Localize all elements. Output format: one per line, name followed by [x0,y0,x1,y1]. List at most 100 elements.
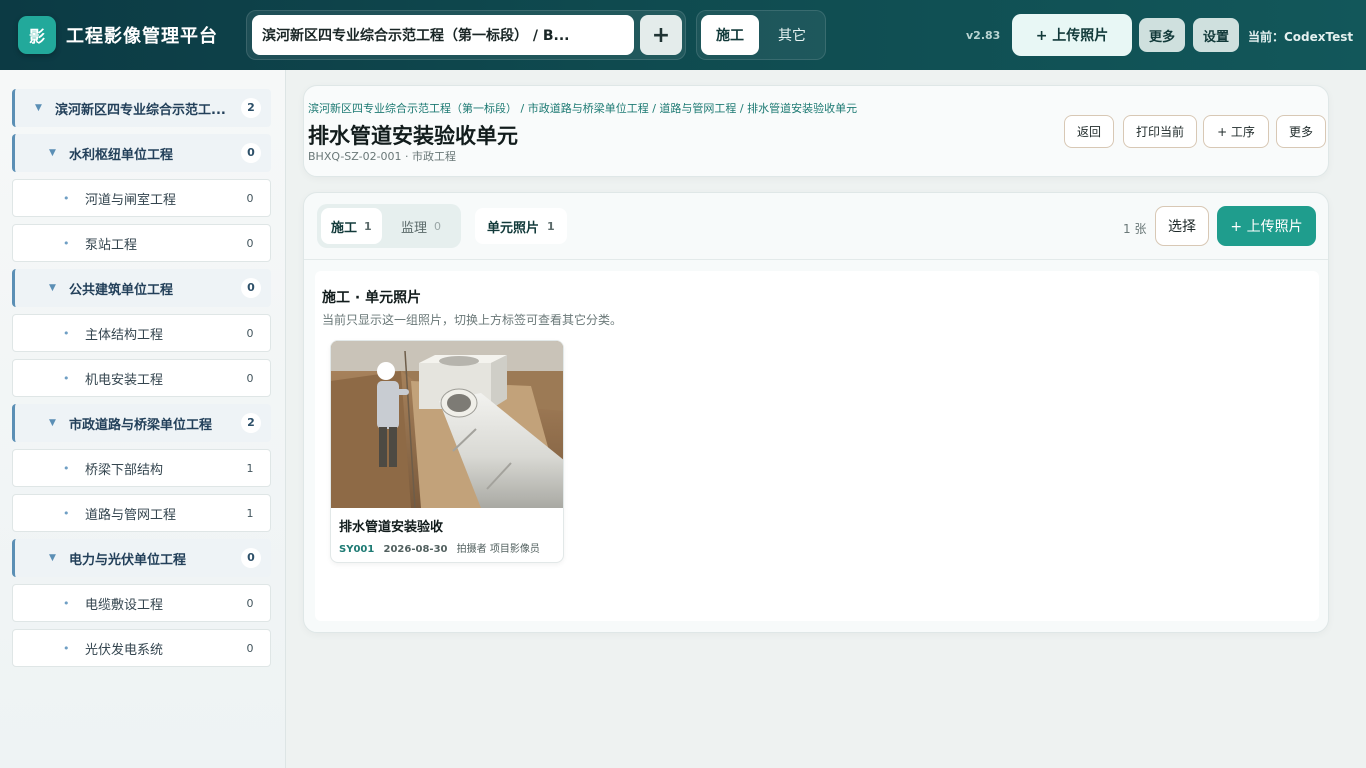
top-upload-button[interactable]: + 上传照片 [1012,14,1132,56]
select-button[interactable]: 选择 [1155,206,1209,246]
current-user: 当前：CodexTest [1248,30,1354,44]
photo-count: 1 张 [1123,222,1147,236]
bullet-icon: • [63,371,70,385]
tree-item-main-structure[interactable]: • 主体结构工程 0 [12,314,271,352]
tree-item-bridge-substructure[interactable]: • 桥梁下部结构 1 [12,449,271,487]
app-logo-icon: 影 [18,16,56,54]
tree-item-public-building[interactable]: ▼ 公共建筑单位工程 0 [12,269,271,307]
caret-down-icon[interactable]: ▼ [49,553,61,563]
photo-title: 排水管道安装验收 [339,520,444,535]
tab-count: 1 [547,219,555,233]
tree-item-count: 0 [241,143,261,163]
tree-item-mep-install[interactable]: • 机电安装工程 0 [12,359,271,397]
tree-item-label: 市政道路与桥梁单位工程 [69,417,213,433]
tab-count: 1 [364,219,372,233]
tree-item-count: 0 [246,597,254,610]
tree-item-count: 0 [246,237,254,250]
upload-photo-button[interactable]: + 上传照片 [1217,206,1316,246]
photo-panel: 施工 · 单元照片 当前只显示这一组照片，切换上方标签可查看其它分类。 排水管道… [315,271,1319,621]
tab-label: 施工 [331,220,358,236]
tree-item-cable-laying[interactable]: • 电缆敷设工程 0 [12,584,271,622]
bullet-icon: • [63,596,70,610]
tree-item-count: 0 [241,548,261,568]
back-button[interactable]: 返回 [1064,115,1114,148]
photo-content-card: 施工 1 监理 0 单元照片 1 1 张 选择 + 上传照片 施工 · 单元照片… [303,192,1329,633]
divider [304,259,1328,260]
tab-label: 监理 [401,220,428,236]
tree-item-count: 0 [241,278,261,298]
tree-item-count: 1 [246,462,254,475]
tree-item-label: 河道与闸室工程 [85,192,177,208]
print-current-button[interactable]: 打印当前 [1123,115,1197,148]
photo-thumbnail[interactable] [331,341,564,508]
tree-item-count: 1 [246,507,254,520]
page-title: 排水管道安装验收单元 [308,124,518,148]
section-title: 施工 · 单元照片 [322,290,422,306]
tree-item-road-bridge[interactable]: ▼ 市政道路与桥梁单位工程 2 [12,404,271,442]
section-description: 当前只显示这一组照片，切换上方标签可查看其它分类。 [322,313,623,327]
tab-label: 单元照片 [487,220,540,236]
photo-code: SY001 [339,544,375,555]
tab-supervision[interactable]: 监理 0 [391,208,451,244]
breadcrumb[interactable]: 滨河新区四专业综合示范工程（第一标段） / 市政道路与桥梁单位工程 / 道路与管… [308,100,857,116]
tree-item-label: 电缆敷设工程 [85,597,164,613]
photo-meta: SY001 2026-08-30 拍摄者 项目影像员 [339,540,540,555]
photo-card[interactable]: 排水管道安装验收 SY001 2026-08-30 拍摄者 项目影像员 [330,340,564,563]
bullet-icon: • [63,191,70,205]
tab-count: 0 [434,219,442,233]
tree-item-label: 主体结构工程 [85,327,164,343]
app-title: 工程影像管理平台 [66,26,218,47]
tree-item-count: 2 [241,413,261,433]
tree-item-pump-station[interactable]: • 泵站工程 0 [12,224,271,262]
tree-item-project[interactable]: ▼ 滨河新区四专业综合示范工... 2 [12,89,271,127]
tab-construction[interactable]: 施工 1 [321,208,382,244]
tree-item-count: 0 [246,192,254,205]
tab-unit-photos[interactable]: 单元照片 1 [475,208,567,244]
header-more-button[interactable]: 更多 [1276,115,1326,148]
bullet-icon: • [63,236,70,250]
tree-item-power-pv[interactable]: ▼ 电力与光伏单位工程 0 [12,539,271,577]
tree-item-count: 0 [246,327,254,340]
photo-date: 2026-08-30 [383,544,448,555]
version-label: v2.83 [966,29,1001,42]
stage-tabs: 施工 1 监理 0 [317,204,461,248]
project-select[interactable]: 滨河新区四专业综合示范工程（第一标段） / B... [252,15,634,55]
tree-item-count: 0 [246,642,254,655]
tree-item-label: 桥梁下部结构 [85,462,164,478]
caret-down-icon[interactable]: ▼ [35,103,47,113]
tree-item-label: 滨河新区四专业综合示范工... [55,102,226,118]
caret-down-icon[interactable]: ▼ [49,418,61,428]
mode-tab-construction[interactable]: 施工 [701,15,759,55]
bullet-icon: • [63,506,70,520]
settings-button[interactable]: 设置 [1193,18,1239,52]
sidebar-tree: ▼ 滨河新区四专业综合示范工... 2 ▼ 水利枢纽单位工程 0 • 河道与闸室… [0,70,286,768]
mode-tabs: 施工 其它 [696,10,826,60]
tree-item-label: 道路与管网工程 [85,507,177,523]
bullet-icon: • [63,461,70,475]
bullet-icon: • [63,641,70,655]
tree-item-label: 机电安装工程 [85,372,164,388]
project-selector-group: 滨河新区四专业综合示范工程（第一标段） / B... + [246,10,686,60]
tree-item-label: 泵站工程 [85,237,138,253]
tree-item-count: 2 [241,98,261,118]
caret-down-icon[interactable]: ▼ [49,283,61,293]
unit-header-card: 滨河新区四专业综合示范工程（第一标段） / 市政道路与桥梁单位工程 / 道路与管… [303,85,1329,177]
photo-photographer: 拍摄者 项目影像员 [456,544,540,555]
tree-item-count: 0 [246,372,254,385]
tree-item-label: 电力与光伏单位工程 [69,552,187,568]
tree-item-label: 公共建筑单位工程 [69,282,174,298]
top-bar: 影 工程影像管理平台 滨河新区四专业综合示范工程（第一标段） / B... + … [0,0,1366,70]
top-more-button[interactable]: 更多 [1139,18,1185,52]
tree-item-label: 光伏发电系统 [85,642,164,658]
mode-tab-other[interactable]: 其它 [763,15,821,55]
tree-item-pv-system[interactable]: • 光伏发电系统 0 [12,629,271,667]
tree-item-label: 水利枢纽单位工程 [69,147,174,163]
tree-item-river-gate[interactable]: • 河道与闸室工程 0 [12,179,271,217]
caret-down-icon[interactable]: ▼ [49,148,61,158]
tree-item-road-pipe[interactable]: • 道路与管网工程 1 [12,494,271,532]
tree-item-water-unit[interactable]: ▼ 水利枢纽单位工程 0 [12,134,271,172]
page-subtitle: BHXQ-SZ-02-001 · 市政工程 [308,150,457,163]
add-project-button[interactable]: + [640,15,682,55]
add-process-button[interactable]: + 工序 [1203,115,1269,148]
bullet-icon: • [63,326,70,340]
